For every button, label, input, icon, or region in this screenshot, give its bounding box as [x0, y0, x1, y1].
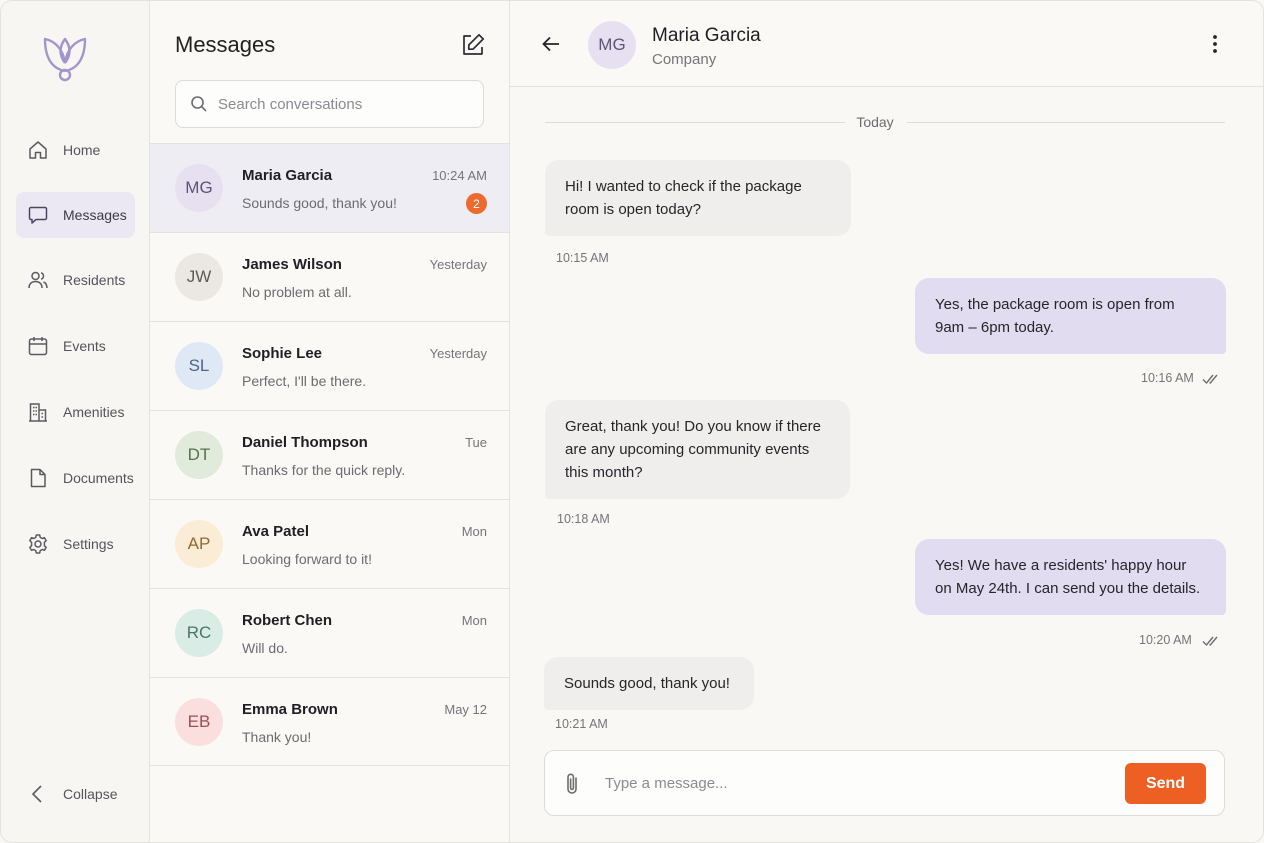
avatar: MG: [588, 21, 636, 69]
search-icon: [190, 95, 208, 113]
conversation-time: Tue: [465, 435, 487, 450]
message-bubble-outgoing: Yes! We have a residents' happy hour on …: [915, 539, 1226, 615]
send-button[interactable]: Send: [1125, 763, 1206, 804]
read-check-icon: [1202, 374, 1218, 385]
search-input[interactable]: [218, 95, 483, 113]
conversation-preview: No problem at all.: [242, 284, 352, 300]
back-arrow-icon[interactable]: [540, 33, 562, 55]
nav-item-label: Settings: [63, 536, 114, 552]
message-composer: Send: [544, 750, 1225, 816]
avatar: RC: [175, 609, 223, 657]
conversation-name: Ava Patel: [242, 523, 309, 540]
contact-name: Maria Garcia: [652, 25, 761, 46]
conversation-item[interactable]: DT Daniel Thompson Tue Thanks for the qu…: [150, 410, 509, 499]
message-time: 10:16 AM: [1141, 371, 1194, 385]
nav-item-label: Messages: [63, 207, 127, 223]
nav-item-messages[interactable]: Messages: [16, 192, 135, 238]
conversation-preview: Thanks for the quick reply.: [242, 462, 406, 478]
message-bubble-outgoing: Yes, the package room is open from 9am –…: [915, 278, 1226, 354]
message-time: 10:18 AM: [557, 512, 610, 526]
conversation-item[interactable]: MG Maria Garcia 10:24 AM Sounds good, th…: [150, 143, 509, 232]
nav-item-label: Documents: [63, 470, 134, 486]
nav-item-label: Events: [63, 338, 106, 354]
gear-icon: [27, 533, 49, 555]
logo-icon: [39, 33, 91, 85]
divider: [907, 122, 1225, 123]
nav-item-home[interactable]: Home: [16, 127, 135, 173]
nav-item-residents[interactable]: Residents: [16, 257, 135, 303]
conversation-time: Mon: [461, 524, 487, 539]
conversation-preview: Looking forward to it!: [242, 551, 372, 567]
conversation-preview: Thank you!: [242, 729, 312, 745]
nav-item-amenities[interactable]: Amenities: [16, 389, 135, 435]
nav-item-documents[interactable]: Documents: [16, 455, 135, 501]
avatar: JW: [175, 253, 223, 301]
avatar: EB: [175, 698, 223, 746]
conversation-name: Sophie Lee: [242, 345, 323, 362]
conversation-item[interactable]: EB Emma Brown May 12 Thank you!: [150, 677, 509, 766]
conversation-name: Robert Chen: [242, 612, 332, 629]
conversation-time: 10:24 AM: [432, 168, 487, 183]
chat-header: MG Maria Garcia Company: [510, 1, 1263, 87]
chat-panel: MG Maria Garcia Company Today Hi! I want…: [510, 1, 1263, 842]
avatar: DT: [175, 431, 223, 479]
conversation-time: May 12: [444, 702, 487, 717]
conversation-name: James Wilson: [242, 256, 342, 273]
conversation-name: Maria Garcia: [242, 167, 333, 184]
avatar: AP: [175, 520, 223, 568]
nav-rail: Home Messages Residents Events Amenities: [1, 1, 150, 842]
conversation-time: Yesterday: [429, 257, 487, 272]
message-bubble-incoming: Great, thank you! Do you know if there a…: [545, 400, 850, 499]
nav-item-label: Amenities: [63, 404, 125, 420]
conversation-preview: Sounds good, thank you!: [242, 195, 397, 211]
read-check-icon: [1202, 636, 1218, 647]
message-bubble-incoming: Hi! I wanted to check if the package roo…: [545, 160, 851, 236]
conversation-time: Yesterday: [429, 346, 487, 361]
chat-icon: [27, 204, 49, 226]
more-vertical-icon[interactable]: [1204, 33, 1226, 55]
conversation-preview: Perfect, I'll be there.: [242, 373, 367, 389]
conversation-item[interactable]: JW James Wilson Yesterday No problem at …: [150, 232, 509, 321]
nav-item-label: Residents: [63, 272, 126, 288]
conversation-name: Daniel Thompson: [242, 434, 368, 451]
message-input[interactable]: [605, 771, 1105, 795]
collapse-button[interactable]: Collapse: [16, 771, 135, 817]
conversation-item[interactable]: SL Sophie Lee Yesterday Perfect, I'll be…: [150, 321, 509, 410]
conversation-item[interactable]: RC Robert Chen Mon Will do.: [150, 588, 509, 677]
paperclip-icon[interactable]: [561, 771, 583, 797]
message-bubble-incoming: Sounds good, thank you!: [544, 657, 754, 710]
unread-badge: 2: [466, 193, 487, 214]
contact-subtitle: Company: [652, 51, 717, 68]
chevron-left-icon: [27, 783, 49, 805]
nav-item-label: Home: [63, 142, 101, 158]
message-time: 10:20 AM: [1139, 633, 1192, 647]
users-icon: [27, 269, 49, 291]
message-time: 10:21 AM: [555, 717, 608, 731]
document-icon: [27, 467, 49, 489]
app-window: Home Messages Residents Events Amenities: [0, 0, 1264, 843]
collapse-label: Collapse: [63, 786, 118, 802]
conversation-preview: Will do.: [242, 640, 288, 656]
conversation-list-panel: Messages MG Maria Garcia 10:24 AM Sounds…: [150, 1, 510, 842]
avatar: MG: [175, 164, 223, 212]
message-time: 10:15 AM: [556, 251, 609, 265]
conversation-time: Mon: [461, 613, 487, 628]
conversation-name: Emma Brown: [242, 701, 338, 718]
nav-item-events[interactable]: Events: [16, 323, 135, 369]
avatar: SL: [175, 342, 223, 390]
conversation-item[interactable]: AP Ava Patel Mon Looking forward to it!: [150, 499, 509, 588]
nav-item-settings[interactable]: Settings: [16, 521, 135, 567]
list-title: Messages: [175, 32, 276, 57]
calendar-icon: [27, 335, 49, 357]
day-separator: Today: [545, 113, 1225, 133]
compose-icon[interactable]: [460, 32, 486, 58]
search-box[interactable]: [175, 80, 484, 128]
building-icon: [27, 401, 49, 423]
home-icon: [27, 139, 49, 161]
